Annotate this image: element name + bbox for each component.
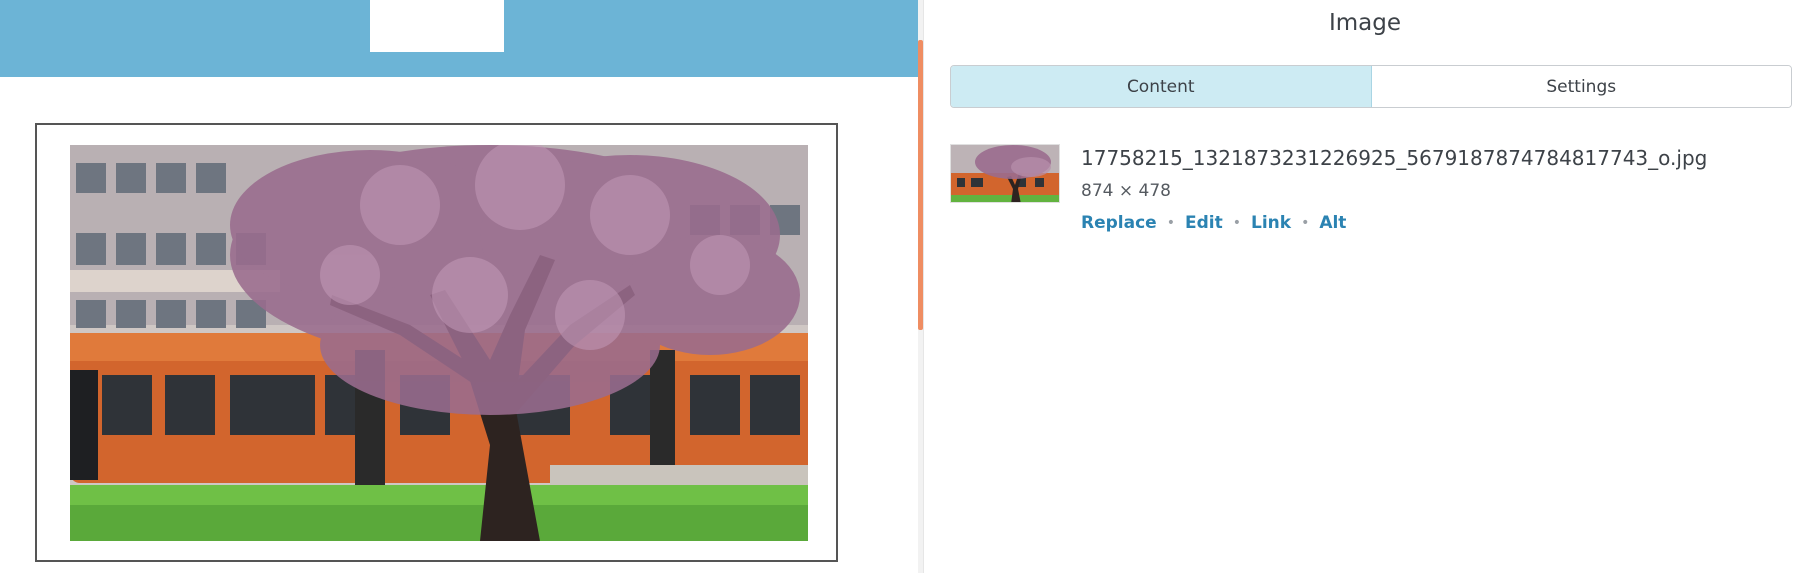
photo-tram-cherry-tree <box>70 145 808 541</box>
image-settings-panel: Image Content Settings 17758215_13218732… <box>923 0 1805 573</box>
app-root: Image Content Settings 17758215_13218732… <box>0 0 1805 573</box>
edit-link[interactable]: Edit <box>1185 213 1223 233</box>
tab-settings-label: Settings <box>1546 76 1617 97</box>
image-filename: 17758215_1321873231226925_56791878747848… <box>1081 146 1708 170</box>
separator-dot: • <box>1301 215 1310 231</box>
tab-content-label: Content <box>1126 76 1195 97</box>
tab-content[interactable]: Content <box>951 66 1372 107</box>
selected-image-block[interactable] <box>35 123 838 562</box>
image-dimensions: 874 × 478 <box>1081 181 1171 201</box>
tab-settings[interactable]: Settings <box>1371 66 1791 107</box>
link-link[interactable]: Link <box>1251 213 1291 233</box>
alt-link[interactable]: Alt <box>1319 213 1346 233</box>
image-thumbnail[interactable] <box>950 144 1060 203</box>
panel-tabs: Content Settings <box>950 65 1792 108</box>
replace-link[interactable]: Replace <box>1081 213 1157 233</box>
page-canvas <box>0 0 918 573</box>
separator-dot: • <box>1232 215 1241 231</box>
logo-placeholder[interactable] <box>370 0 504 52</box>
panel-title: Image <box>1328 10 1402 36</box>
image-actions: Replace • Edit • Link • Alt <box>1081 213 1346 233</box>
separator-dot: • <box>1166 215 1175 231</box>
